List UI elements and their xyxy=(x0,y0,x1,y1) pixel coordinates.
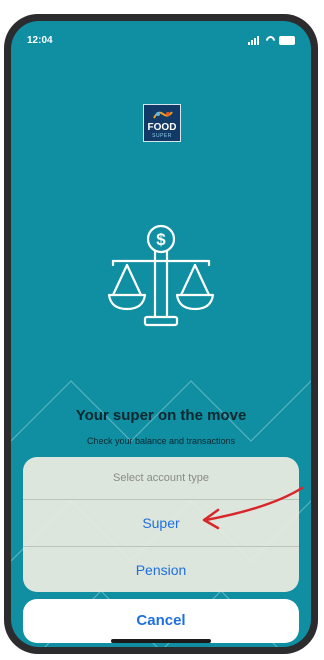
status-icons xyxy=(248,33,295,47)
annotation-arrow-icon xyxy=(202,486,304,530)
logo-subtext: SUPER xyxy=(152,133,172,139)
logo-text: FOOD xyxy=(147,122,177,133)
battery-icon xyxy=(279,35,295,45)
home-indicator xyxy=(111,639,211,643)
wifi-icon xyxy=(264,33,277,47)
status-bar: 12:04 xyxy=(27,33,295,47)
app-logo: FOOD SUPER xyxy=(143,104,181,142)
dollar-sign-icon: $ xyxy=(156,230,166,249)
balance-scale-icon: $ xyxy=(107,224,215,327)
welcome-headline: Your super on the move xyxy=(75,407,247,424)
option-pension-button[interactable]: Pension xyxy=(23,547,299,592)
cancel-button[interactable]: Cancel xyxy=(23,599,299,643)
phone-frame: 12:04 FOOD SUPER $ Your super on the mov… xyxy=(4,14,318,654)
welcome-subline: Check your balance and transactions xyxy=(86,436,236,446)
signal-icon xyxy=(248,35,262,45)
app-screen: 12:04 FOOD SUPER $ Your super on the mov… xyxy=(11,21,311,647)
status-time: 12:04 xyxy=(27,34,53,46)
logo-mark-icon xyxy=(153,111,173,119)
